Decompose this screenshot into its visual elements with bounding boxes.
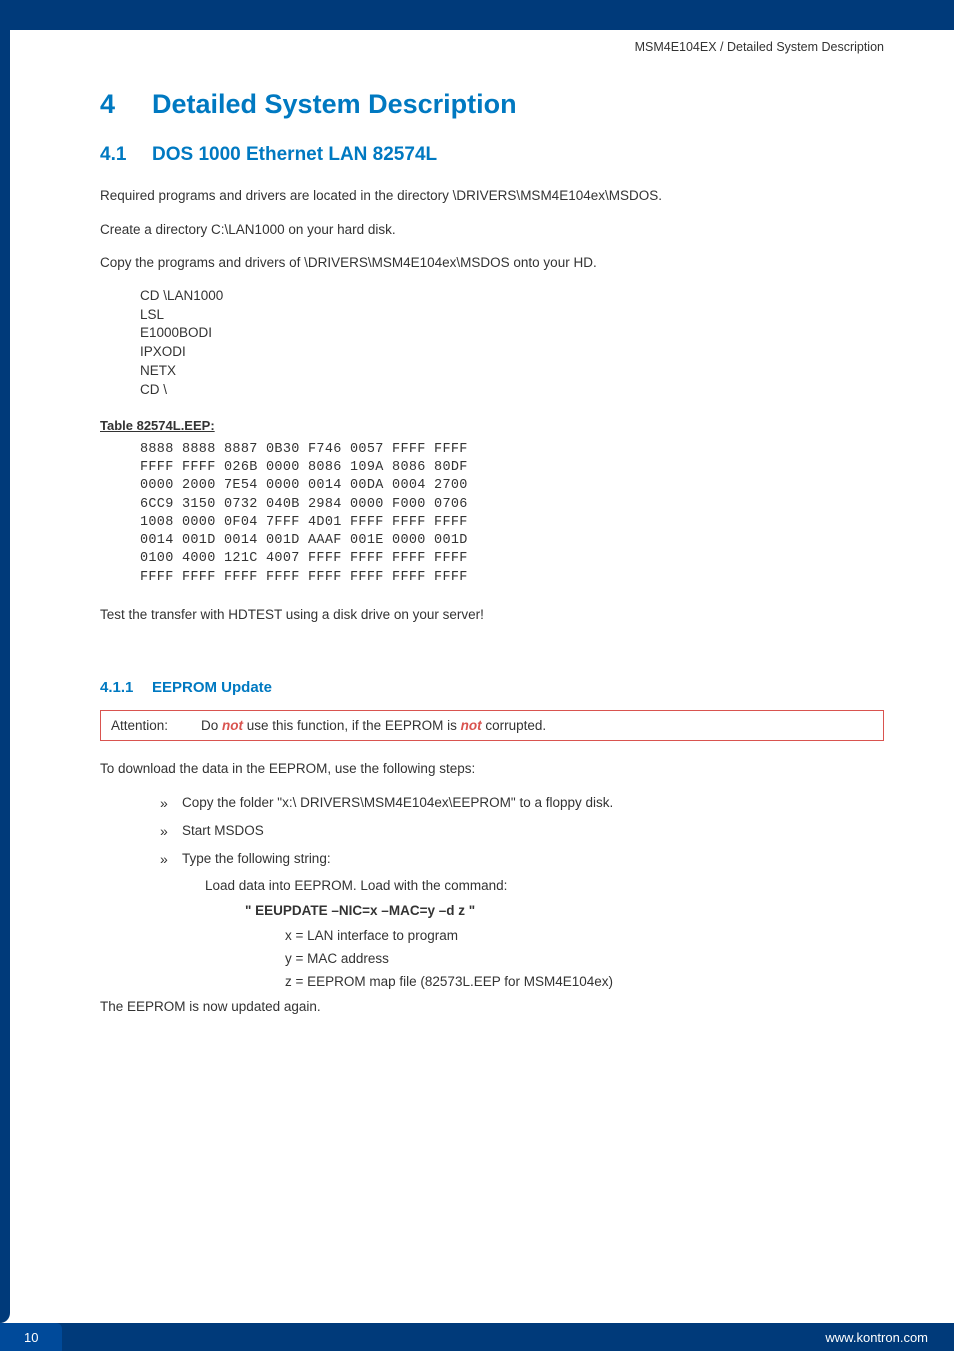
command-block: CD \LAN1000 LSL E1000BODI IPXODI NETX CD… bbox=[140, 287, 884, 400]
list-item: Start MSDOS bbox=[160, 821, 884, 841]
command-line: IPXODI bbox=[140, 343, 884, 362]
command-line: CD \ bbox=[140, 381, 884, 400]
page-footer: 10 www.kontron.com bbox=[0, 1323, 954, 1351]
subsection-title: EEPROM Update bbox=[152, 679, 272, 696]
section-title: DOS 1000 Ethernet LAN 82574L bbox=[152, 144, 437, 165]
breadcrumb: MSM4E104EX / Detailed System Description bbox=[0, 30, 954, 54]
paragraph-intro-3: Copy the programs and drivers of \DRIVER… bbox=[100, 253, 884, 273]
table-label: Table 82574L.EEP: bbox=[100, 418, 884, 433]
attention-box: Attention:Do not use this function, if t… bbox=[100, 710, 884, 741]
step-detail-load: Load data into EEPROM. Load with the com… bbox=[205, 878, 884, 893]
step-detail-z: z = EEPROM map file (82573L.EEP for MSM4… bbox=[285, 974, 884, 989]
attention-not-1: not bbox=[222, 718, 243, 733]
attention-label: Attention: bbox=[111, 718, 201, 733]
left-edge-decoration bbox=[0, 30, 10, 1323]
page-content: 4Detailed System Description 4.1DOS 1000… bbox=[0, 54, 954, 1016]
list-item: Copy the folder "x:\ DRIVERS\MSM4E104ex\… bbox=[160, 793, 884, 813]
attention-not-2: not bbox=[461, 718, 482, 733]
subsection-heading: 4.1.1EEPROM Update bbox=[100, 679, 884, 696]
eeprom-intro: To download the data in the EEPROM, use … bbox=[100, 759, 884, 779]
attention-text-post: corrupted. bbox=[482, 718, 547, 733]
hex-dump: 8888 8888 8887 0B30 F746 0057 FFFF FFFF … bbox=[140, 441, 884, 587]
section-heading: 4.1DOS 1000 Ethernet LAN 82574L bbox=[100, 144, 884, 166]
paragraph-intro-1: Required programs and drivers are locate… bbox=[100, 186, 884, 206]
attention-text-pre: Do bbox=[201, 718, 222, 733]
page-number: 10 bbox=[0, 1323, 62, 1351]
step-detail-x: x = LAN interface to program bbox=[285, 928, 884, 943]
step-detail-y: y = MAC address bbox=[285, 951, 884, 966]
command-line: E1000BODI bbox=[140, 324, 884, 343]
paragraph-posthex: Test the transfer with HDTEST using a di… bbox=[100, 605, 884, 625]
paragraph-outro: The EEPROM is now updated again. bbox=[100, 997, 884, 1017]
list-item: Type the following string: bbox=[160, 849, 884, 869]
command-line: NETX bbox=[140, 362, 884, 381]
section-number: 4.1 bbox=[100, 144, 152, 166]
footer-url[interactable]: www.kontron.com bbox=[825, 1330, 928, 1345]
steps-list: Copy the folder "x:\ DRIVERS\MSM4E104ex\… bbox=[160, 793, 884, 870]
header-strip bbox=[0, 0, 954, 30]
paragraph-intro-2: Create a directory C:\LAN1000 on your ha… bbox=[100, 220, 884, 240]
command-line: CD \LAN1000 bbox=[140, 287, 884, 306]
chapter-number: 4 bbox=[100, 89, 152, 120]
subsection-number: 4.1.1 bbox=[100, 679, 152, 696]
attention-text-mid: use this function, if the EEPROM is bbox=[243, 718, 461, 733]
command-line: LSL bbox=[140, 306, 884, 325]
chapter-heading: 4Detailed System Description bbox=[100, 89, 884, 120]
chapter-title: Detailed System Description bbox=[152, 89, 517, 119]
step-detail-command: " EEUPDATE –NIC=x –MAC=y –d z " bbox=[245, 903, 884, 918]
